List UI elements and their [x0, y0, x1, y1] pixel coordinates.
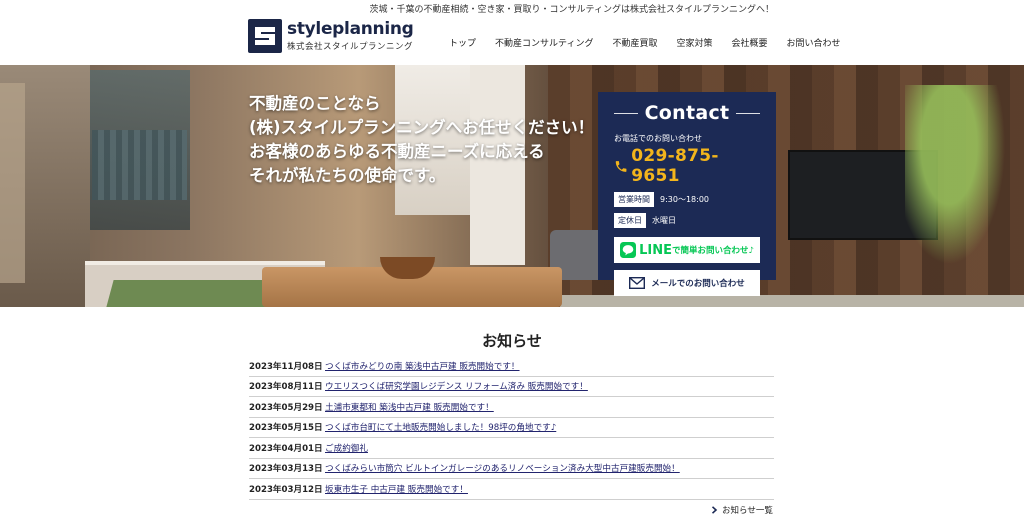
phone-number: 029-875-9651	[631, 146, 719, 186]
nav-vacant-house[interactable]: 空家対策	[677, 36, 713, 49]
mail-button-label: メールでのお問い合わせ	[651, 279, 745, 289]
news-item: 2023年11月08日 つくば市みどりの南 築浅中古戸建 販売開始です！	[249, 356, 774, 377]
hero-line: それが私たちの使命です。	[249, 166, 446, 185]
divider	[614, 112, 638, 114]
contact-panel: Contact お電話でのお問い合わせ 029-875-9651 営業時間 9:…	[598, 92, 776, 296]
nav-consulting[interactable]: 不動産コンサルティング	[495, 36, 593, 49]
site-logo[interactable]: styleplanning 株式会社スタイルプランニング	[248, 19, 414, 53]
news-date: 2023年05月29日	[249, 402, 323, 413]
news-more-link[interactable]: お知らせ一覧	[711, 504, 773, 514]
hero-image-tiles	[92, 130, 187, 200]
holiday-row: 定休日 水曜日	[614, 213, 760, 228]
news-item: 2023年03月13日 つくばみらい市筒穴 ビルトインガレージのあるリノベーショ…	[249, 459, 774, 479]
logo-mark-icon	[248, 19, 282, 53]
line-button-label: で簡単お問い合わせ♪	[671, 246, 754, 256]
contact-title-row: Contact	[614, 102, 760, 124]
hero-section: 不動産のことなら (株)スタイルプランニングへお任せください！ お客様のあらゆる…	[0, 65, 1024, 307]
news-date: 2023年03月13日	[249, 464, 323, 475]
hero-image-plant	[905, 85, 1015, 285]
chevron-right-icon	[711, 506, 718, 514]
business-hours-tag: 営業時間	[614, 192, 654, 207]
divider	[736, 112, 760, 114]
hero-image-door	[0, 83, 25, 283]
line-contact-button[interactable]: LINE で簡単お問い合わせ♪	[614, 237, 760, 263]
phone-label: お電話でのお問い合わせ	[614, 134, 702, 143]
news-date: 2023年08月11日	[249, 382, 323, 393]
hero-image-rug	[560, 295, 1024, 307]
news-link[interactable]: ウエリスつくば研究学園レジデンス リフォーム済み 販売開始です！	[325, 380, 588, 392]
news-date: 2023年11月08日	[249, 361, 323, 372]
news-list: 2023年11月08日 つくば市みどりの南 築浅中古戸建 販売開始です！ 202…	[249, 356, 774, 500]
logo-subtitle: 株式会社スタイルプランニング	[287, 42, 414, 52]
line-word: LINE	[639, 242, 672, 258]
news-date: 2023年04月01日	[249, 443, 323, 454]
phone-icon	[615, 160, 627, 172]
holiday-value: 水曜日	[652, 216, 676, 225]
news-link[interactable]: 土浦市東都和 築浅中古戸建 販売開始です！	[325, 401, 494, 413]
mail-contact-button[interactable]: メールでのお問い合わせ	[614, 270, 760, 296]
business-hours-value: 9:30～18:00	[660, 195, 710, 204]
news-date: 2023年05月15日	[249, 423, 323, 434]
main-nav: トップ 不動産コンサルティング 不動産買取 空家対策 会社概要 お問い合わせ	[449, 36, 841, 49]
nav-top[interactable]: トップ	[449, 36, 476, 49]
news-link[interactable]: つくば市台町にて土地販売開始しました！98坪の角地です♪	[325, 421, 556, 433]
news-date: 2023年03月12日	[249, 484, 323, 495]
news-item: 2023年05月29日 土浦市東都和 築浅中古戸建 販売開始です！	[249, 397, 774, 418]
holiday-tag: 定休日	[614, 213, 646, 228]
line-icon	[620, 242, 637, 258]
news-title: お知らせ	[482, 332, 542, 350]
header-tagline: 茨城・千葉の不動産相続・空き家・買取り・コンサルティングは株式会社スタイルプラン…	[369, 5, 774, 15]
news-item: 2023年04月01日 ご成約御礼	[249, 438, 774, 459]
news-item: 2023年03月12日 坂東市生子 中古戸建 販売開始です！	[249, 479, 774, 500]
news-link[interactable]: つくばみらい市筒穴 ビルトインガレージのあるリノベーション済み大型中古戸建販売開…	[325, 462, 680, 474]
nav-company[interactable]: 会社概要	[732, 36, 768, 49]
contact-title: Contact	[644, 102, 730, 124]
hero-copy: 不動産のことなら (株)スタイルプランニングへお任せください！ お客様のあらゆる…	[249, 92, 594, 188]
nav-purchase[interactable]: 不動産買取	[612, 36, 657, 49]
phone-link[interactable]: 029-875-9651	[614, 146, 760, 186]
news-more-label: お知らせ一覧	[722, 506, 773, 514]
business-hours-row: 営業時間 9:30～18:00	[614, 192, 760, 207]
mail-icon	[629, 277, 646, 289]
news-link[interactable]: 坂東市生子 中古戸建 販売開始です！	[325, 483, 468, 495]
logo-name: styleplanning	[287, 19, 414, 39]
news-link[interactable]: ご成約御礼	[325, 442, 368, 454]
hero-line: 不動産のことなら	[249, 94, 381, 113]
news-item: 2023年08月11日 ウエリスつくば研究学園レジデンス リフォーム済み 販売開…	[249, 377, 774, 397]
news-item: 2023年05月15日 つくば市台町にて土地販売開始しました！98坪の角地です♪	[249, 418, 774, 438]
news-link[interactable]: つくば市みどりの南 築浅中古戸建 販売開始です！	[325, 360, 520, 372]
nav-contact[interactable]: お問い合わせ	[787, 36, 841, 49]
hero-line: (株)スタイルプランニングへお任せください！	[249, 118, 595, 137]
hero-line: お客様のあらゆる不動産ニーズに応える	[249, 142, 545, 161]
